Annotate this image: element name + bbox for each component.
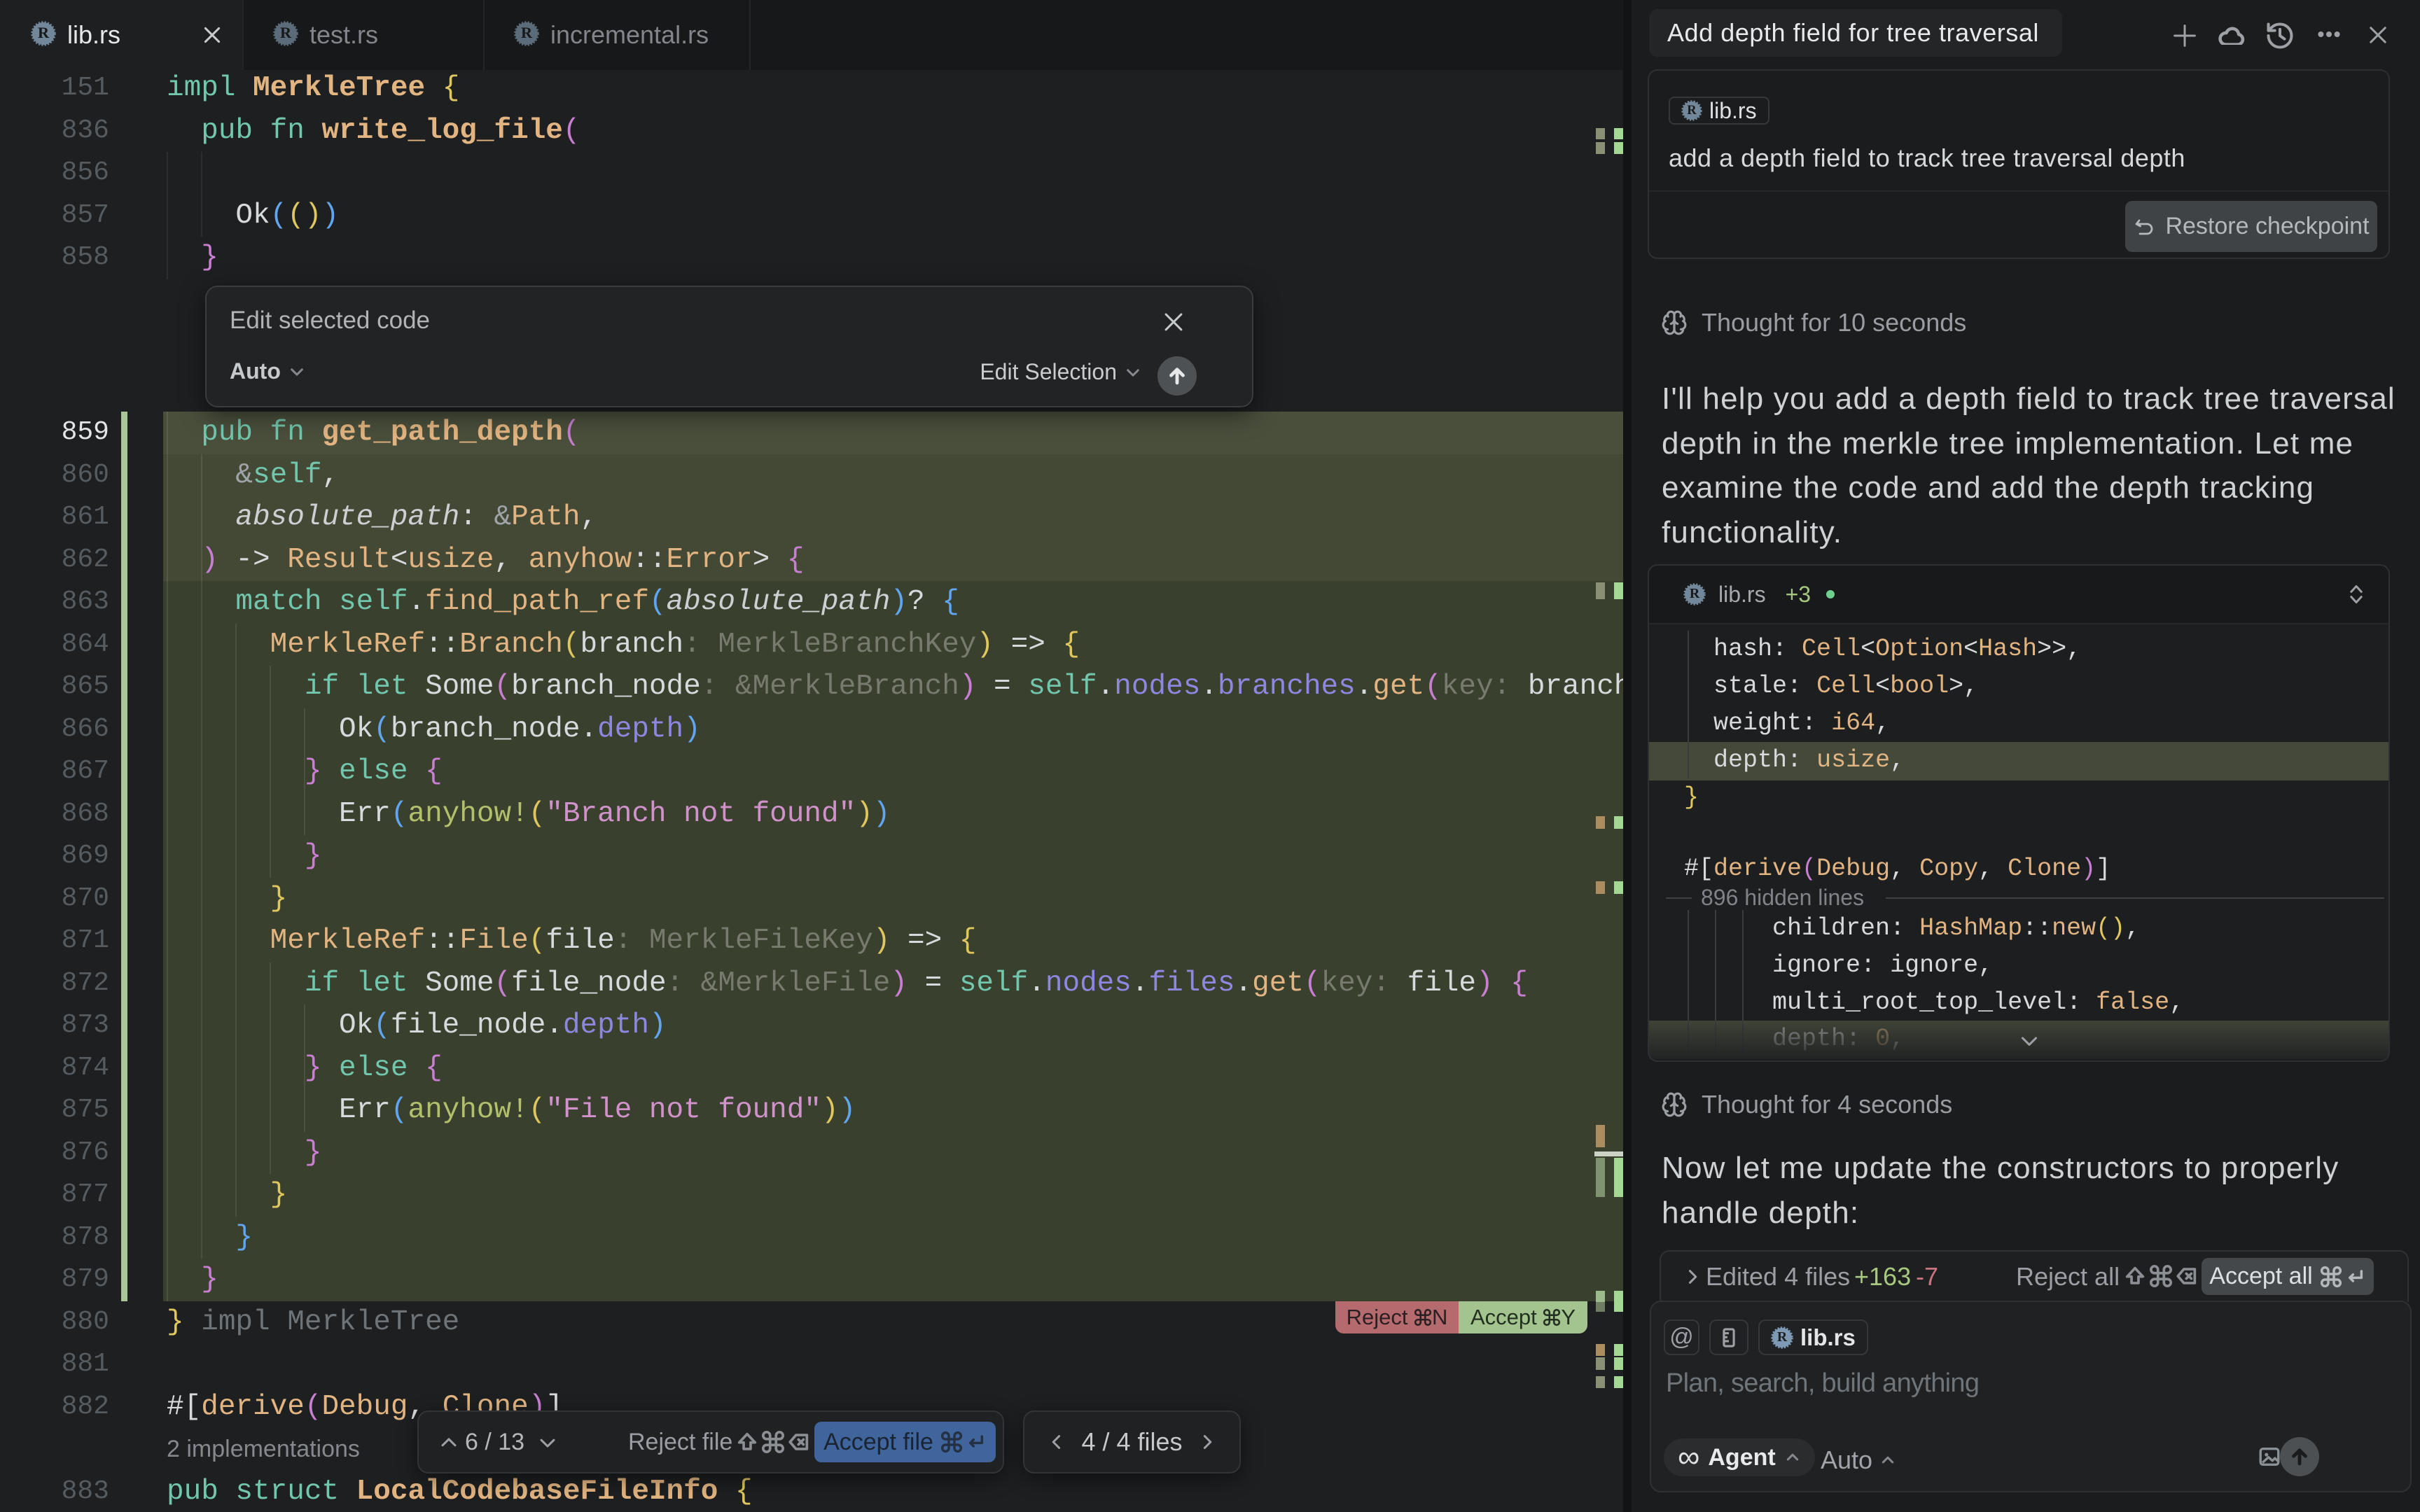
svg-text:R: R xyxy=(521,23,533,41)
svg-text:R: R xyxy=(1690,586,1700,601)
svg-text:R: R xyxy=(1777,1329,1788,1345)
svg-text:R: R xyxy=(38,23,50,41)
svg-text:R: R xyxy=(280,23,292,41)
svg-text:R: R xyxy=(1687,103,1697,118)
